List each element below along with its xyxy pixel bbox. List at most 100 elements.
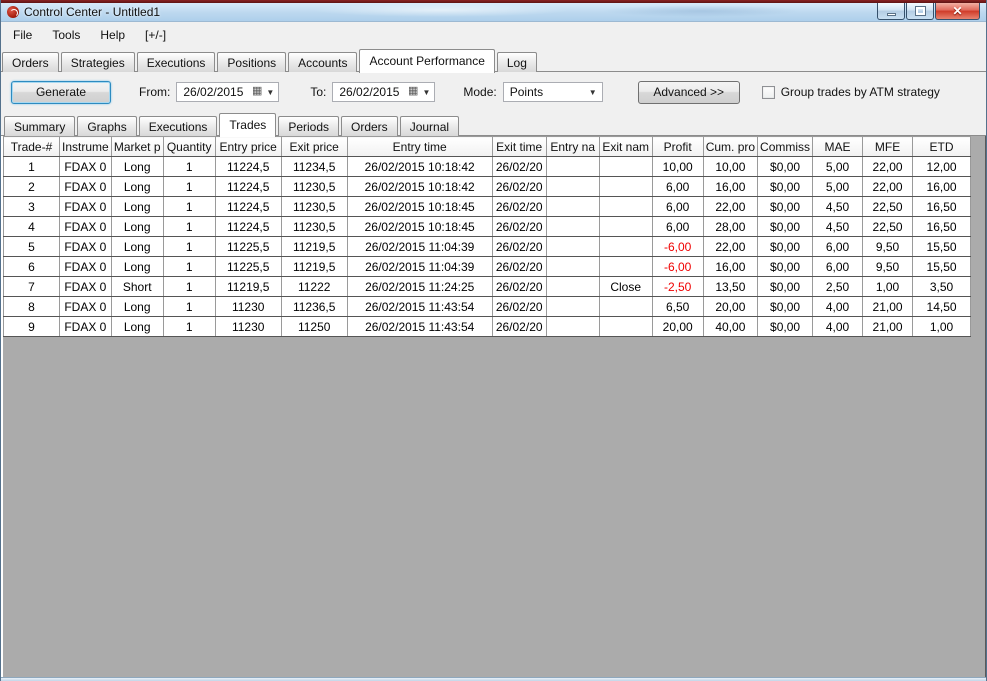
- table-cell: [599, 236, 653, 257]
- table-cell: 12,00: [912, 156, 972, 177]
- column-header-market-p[interactable]: Market p: [111, 136, 164, 157]
- advanced-button[interactable]: Advanced >>: [637, 80, 740, 104]
- column-header-entry-na[interactable]: Entry na: [546, 136, 600, 157]
- table-cell: 4,50: [812, 196, 864, 217]
- calendar-icon: ▦: [251, 85, 263, 97]
- table-cell: 11230: [215, 296, 282, 317]
- column-header-cum-pro[interactable]: Cum. pro: [703, 136, 759, 157]
- table-row[interactable]: 7 FDAX 0 Short 1 11219,5 11222 26/02/2015 11:2…: [3, 276, 972, 297]
- close-icon: ✕: [952, 4, 963, 18]
- table-cell: Close: [599, 276, 653, 297]
- column-header-mfe[interactable]: MFE: [862, 136, 914, 157]
- table-cell: 11225,5: [215, 256, 282, 277]
- table-cell: [599, 216, 653, 237]
- column-header-commiss[interactable]: Commiss: [757, 136, 814, 157]
- subtab-trades[interactable]: Trades: [219, 113, 277, 137]
- table-cell: 22,00: [862, 176, 914, 197]
- tab-executions[interactable]: Executions: [136, 52, 216, 72]
- title-bar[interactable]: Control Center - Untitled1 ✕: [1, 3, 986, 22]
- aero-glass-highlight: [311, 3, 571, 17]
- table-cell: 9: [3, 316, 60, 337]
- table-row[interactable]: 3 FDAX 0 Long 1 11224,5 11230,5 26/02/2015 10:…: [3, 196, 972, 217]
- subtab-orders[interactable]: Orders: [341, 116, 398, 136]
- tab-log[interactable]: Log: [496, 52, 537, 72]
- table-row[interactable]: 4 FDAX 0 Long 1 11224,5 11230,5 26/02/2015 10:…: [3, 216, 972, 237]
- table-cell: [546, 176, 600, 197]
- table-cell: 26/02/2015 11:04:39: [347, 256, 493, 277]
- table-cell: 15,50: [912, 256, 972, 277]
- menu-item-blank[interactable]: [+/-]: [135, 25, 176, 45]
- column-header-entry-time[interactable]: Entry time: [347, 136, 493, 157]
- column-header-instrume[interactable]: Instrume: [59, 136, 112, 157]
- table-row[interactable]: 6 FDAX 0 Long 1 11225,5 11219,5 26/02/2015 11:…: [3, 256, 972, 277]
- table-cell: 26/02/2015 11:24:25: [347, 276, 493, 297]
- column-header-etd[interactable]: ETD: [912, 136, 972, 157]
- tab-account-performance[interactable]: Account Performance: [359, 49, 495, 73]
- tab-strategies[interactable]: Strategies: [60, 52, 135, 72]
- column-header-exit-time[interactable]: Exit time: [492, 136, 547, 157]
- table-row[interactable]: 9 FDAX 0 Long 1 11230 11250 26/02/2015 11:43:5…: [3, 316, 972, 337]
- table-cell: 26/02/20: [492, 236, 547, 257]
- table-cell: 6,00: [812, 236, 864, 257]
- column-header-exit-price[interactable]: Exit price: [281, 136, 348, 157]
- column-header-entry-price[interactable]: Entry price: [215, 136, 282, 157]
- table-cell: 16,00: [703, 256, 759, 277]
- table-cell: 11230,5: [281, 176, 348, 197]
- table-row[interactable]: 8 FDAX 0 Long 1 11230 11236,5 26/02/2015 11:43…: [3, 296, 972, 317]
- table-cell: 6,00: [812, 256, 864, 277]
- table-cell: 6,50: [652, 296, 704, 317]
- to-date-picker[interactable]: 26/02/2015 ▦ ▼: [332, 82, 436, 102]
- subtab-journal[interactable]: Journal: [399, 116, 460, 136]
- table-cell: 22,00: [703, 236, 759, 257]
- minimize-button[interactable]: [877, 3, 905, 20]
- table-cell: 6,00: [652, 216, 704, 237]
- table-cell: [546, 156, 600, 177]
- chevron-down-icon[interactable]: ▼: [422, 89, 430, 97]
- tab-orders[interactable]: Orders: [2, 52, 59, 72]
- subtab-executions[interactable]: Executions: [138, 116, 218, 136]
- table-cell: 11236,5: [281, 296, 348, 317]
- subtab-graphs[interactable]: Graphs: [77, 116, 137, 136]
- subtab-periods[interactable]: Periods: [278, 116, 339, 136]
- column-header-mae[interactable]: MAE: [812, 136, 864, 157]
- group-trades-checkbox[interactable]: [761, 85, 775, 99]
- report-tab-strip: Summary Graphs Executions Trades Periods Orde…: [1, 112, 986, 137]
- mode-label: Mode:: [463, 85, 497, 99]
- tab-accounts[interactable]: Accounts: [288, 52, 358, 72]
- table-cell: Long: [111, 296, 164, 317]
- table-cell: 1: [163, 316, 216, 337]
- tab-positions[interactable]: Positions: [217, 52, 287, 72]
- ninjatrader-logo-icon: [7, 6, 19, 18]
- column-header-profit[interactable]: Profit: [652, 136, 704, 157]
- mode-select[interactable]: Points ▼: [502, 82, 603, 102]
- column-header-trade[interactable]: Trade-#: [3, 136, 60, 157]
- table-row[interactable]: 5 FDAX 0 Long 1 11225,5 11219,5 26/02/2015 11:…: [3, 236, 972, 257]
- column-header-exit-nam[interactable]: Exit nam: [599, 136, 653, 157]
- table-cell: [546, 296, 600, 317]
- close-button[interactable]: ✕: [935, 3, 980, 20]
- maximize-button[interactable]: [906, 3, 934, 20]
- generate-button[interactable]: Generate: [11, 80, 111, 104]
- from-date-picker[interactable]: 26/02/2015 ▦ ▼: [176, 82, 280, 102]
- table-cell: [546, 236, 600, 257]
- table-cell: [599, 156, 653, 177]
- menu-item-help[interactable]: Help: [90, 25, 135, 45]
- table-cell: [599, 176, 653, 197]
- menu-item-file[interactable]: File: [3, 25, 42, 45]
- menu-item-tools[interactable]: Tools: [42, 25, 90, 45]
- table-cell: -2,50: [652, 276, 704, 297]
- table-cell: 6: [3, 256, 60, 277]
- table-cell: 26/02/20: [492, 156, 547, 177]
- table-row[interactable]: 2 FDAX 0 Long 1 11224,5 11230,5 26/02/2015 10:…: [3, 176, 972, 197]
- table-cell: -6,00: [652, 236, 704, 257]
- table-cell: 1: [163, 256, 216, 277]
- table-cell: 40,00: [703, 316, 759, 337]
- table-cell: Long: [111, 196, 164, 217]
- table-cell: 16,00: [912, 176, 972, 197]
- column-header-quantity[interactable]: Quantity: [163, 136, 216, 157]
- subtab-summary[interactable]: Summary: [4, 116, 76, 136]
- table-row[interactable]: 1 FDAX 0 Long 1 11224,5 11234,5 26/02/2015 10:…: [3, 156, 972, 177]
- menu-bar: File Tools Help [+/-]: [1, 22, 986, 48]
- chevron-down-icon[interactable]: ▼: [266, 89, 274, 97]
- table-cell: [599, 316, 653, 337]
